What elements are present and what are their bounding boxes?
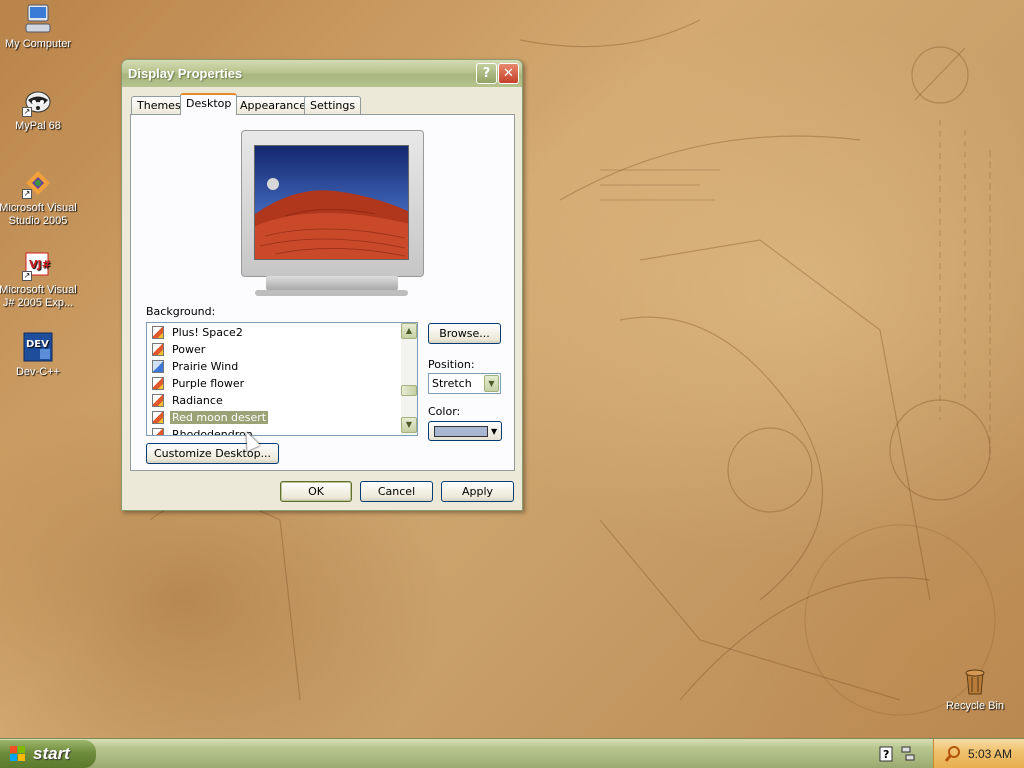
list-item[interactable]: Prairie Wind (152, 358, 352, 375)
desktop-icon-my-computer[interactable]: My Computer (0, 3, 78, 51)
monitor-preview (241, 130, 424, 277)
desktop-icon-visual-jsharp[interactable]: VJ# ↗ Microsoft Visual J# 2005 Exp... (0, 249, 78, 310)
windows-logo-icon (10, 746, 25, 761)
help-tray-icon[interactable]: ? (879, 746, 893, 762)
list-item[interactable]: Power (152, 341, 352, 358)
shortcut-arrow-icon: ↗ (22, 107, 32, 117)
chevron-down-icon: ▼ (491, 427, 498, 436)
tab-label: Themes (137, 99, 181, 112)
position-label: Position: (428, 358, 475, 371)
apply-button[interactable]: Apply (441, 481, 514, 502)
desktop-icon-visual-studio[interactable]: ↗ Microsoft Visual Studio 2005 (0, 167, 78, 228)
my-computer-icon (22, 3, 54, 35)
list-item-selected[interactable]: Red moon desert (152, 409, 352, 426)
file-icon (152, 428, 164, 435)
list-item[interactable]: Radiance (152, 392, 352, 409)
color-label: Color: (428, 405, 461, 418)
desktop-icon-label: Microsoft Visual J# 2005 Exp... (0, 284, 77, 309)
taskbar: start ? 5:03 AM (0, 738, 1024, 768)
start-button[interactable]: start (0, 740, 96, 768)
recycle-bin-icon (959, 665, 991, 697)
start-label: start (33, 744, 70, 763)
tab-appearance[interactable]: Appearance (234, 96, 313, 114)
tab-label: Appearance (240, 99, 307, 112)
chevron-down-icon: ▼ (484, 375, 499, 392)
file-icon (152, 360, 164, 373)
desktop-icon-label: Dev-C++ (15, 366, 61, 378)
desktop-icon-label: MyPal 68 (15, 120, 61, 132)
list-item-label: Radiance (172, 394, 223, 407)
mypal-raccoon-icon: ↗ (22, 85, 54, 117)
file-icon (152, 326, 164, 339)
list-item[interactable]: Plus! Space2 (152, 324, 352, 341)
browse-button[interactable]: Browse... (428, 323, 501, 344)
desktop-icon-label: My Computer (4, 38, 72, 50)
position-select[interactable]: Stretch ▼ (428, 373, 501, 394)
cancel-button[interactable]: Cancel (360, 481, 433, 502)
file-icon (152, 411, 164, 424)
list-item-label: Prairie Wind (172, 360, 239, 373)
file-icon (152, 377, 164, 390)
tab-settings[interactable]: Settings (304, 96, 362, 114)
shortcut-arrow-icon: ↗ (22, 271, 32, 281)
color-swatch (434, 426, 488, 437)
shortcut-arrow-icon: ↗ (22, 189, 32, 199)
file-icon (152, 394, 164, 407)
system-tray: 5:03 AM (933, 739, 1024, 768)
desktop-icon-mypal[interactable]: ↗ MyPal 68 (0, 85, 78, 133)
close-button[interactable]: ✕ (498, 63, 519, 84)
tab-desktop[interactable]: Desktop (180, 93, 238, 115)
wallpaper-preview (254, 145, 409, 260)
background-list[interactable]: Plus! Space2 Power Prairie Wind Purple f… (146, 322, 418, 436)
scroll-up-icon[interactable]: ▲ (401, 323, 417, 339)
monitor-foot (255, 290, 408, 296)
tab-label: Settings (310, 99, 356, 112)
color-picker-button[interactable]: ▼ (428, 421, 502, 441)
display-properties-dialog: Display Properties ? ✕ Themes Desktop Ap… (121, 59, 523, 511)
svg-text:?: ? (883, 748, 889, 761)
scroll-thumb[interactable] (401, 385, 417, 396)
visual-studio-icon: ↗ (22, 167, 54, 199)
network-tray-icon[interactable] (901, 746, 915, 761)
svg-text:VJ#: VJ# (29, 258, 51, 271)
tab-themes[interactable]: Themes (131, 96, 187, 114)
desktop-icon-label: Recycle Bin (945, 700, 1005, 712)
tab-label: Desktop (186, 97, 232, 110)
background-label: Background: (146, 305, 216, 318)
desktop-icon-label: Microsoft Visual Studio 2005 (0, 202, 77, 227)
list-item[interactable]: Purple flower (152, 375, 352, 392)
search-icon[interactable] (944, 745, 962, 763)
list-scrollbar[interactable]: ▲ ▼ (401, 323, 417, 435)
svg-text:DEV: DEV (26, 339, 49, 350)
clock[interactable]: 5:03 AM (968, 747, 1012, 761)
dialog-title: Display Properties (128, 66, 243, 81)
position-value: Stretch (432, 377, 472, 390)
list-item-label: Purple flower (172, 377, 245, 390)
visual-jsharp-icon: VJ# ↗ (22, 249, 54, 281)
help-icon: ? (482, 66, 491, 81)
monitor-stand (266, 276, 398, 290)
dev-cpp-icon: DEV (22, 331, 54, 363)
ok-button[interactable]: OK (280, 481, 352, 502)
list-item-label: Red moon desert (170, 411, 269, 424)
desktop-tab-panel: Background: Plus! Space2 Power Prairie W… (130, 114, 515, 471)
file-icon (152, 343, 164, 356)
desktop-icon-recycle-bin[interactable]: Recycle Bin (935, 665, 1015, 713)
list-item-label: Plus! Space2 (172, 326, 243, 339)
help-button[interactable]: ? (476, 63, 497, 84)
customize-desktop-button[interactable]: Customize Desktop... (146, 443, 279, 464)
desktop-icon-dev-cpp[interactable]: DEV Dev-C++ (0, 331, 78, 379)
tray-icons: ? (878, 745, 918, 763)
list-item-label: Power (172, 343, 206, 356)
close-icon: ✕ (503, 66, 514, 81)
scroll-down-icon[interactable]: ▼ (401, 417, 417, 433)
dialog-titlebar[interactable]: Display Properties ? ✕ (122, 60, 522, 87)
